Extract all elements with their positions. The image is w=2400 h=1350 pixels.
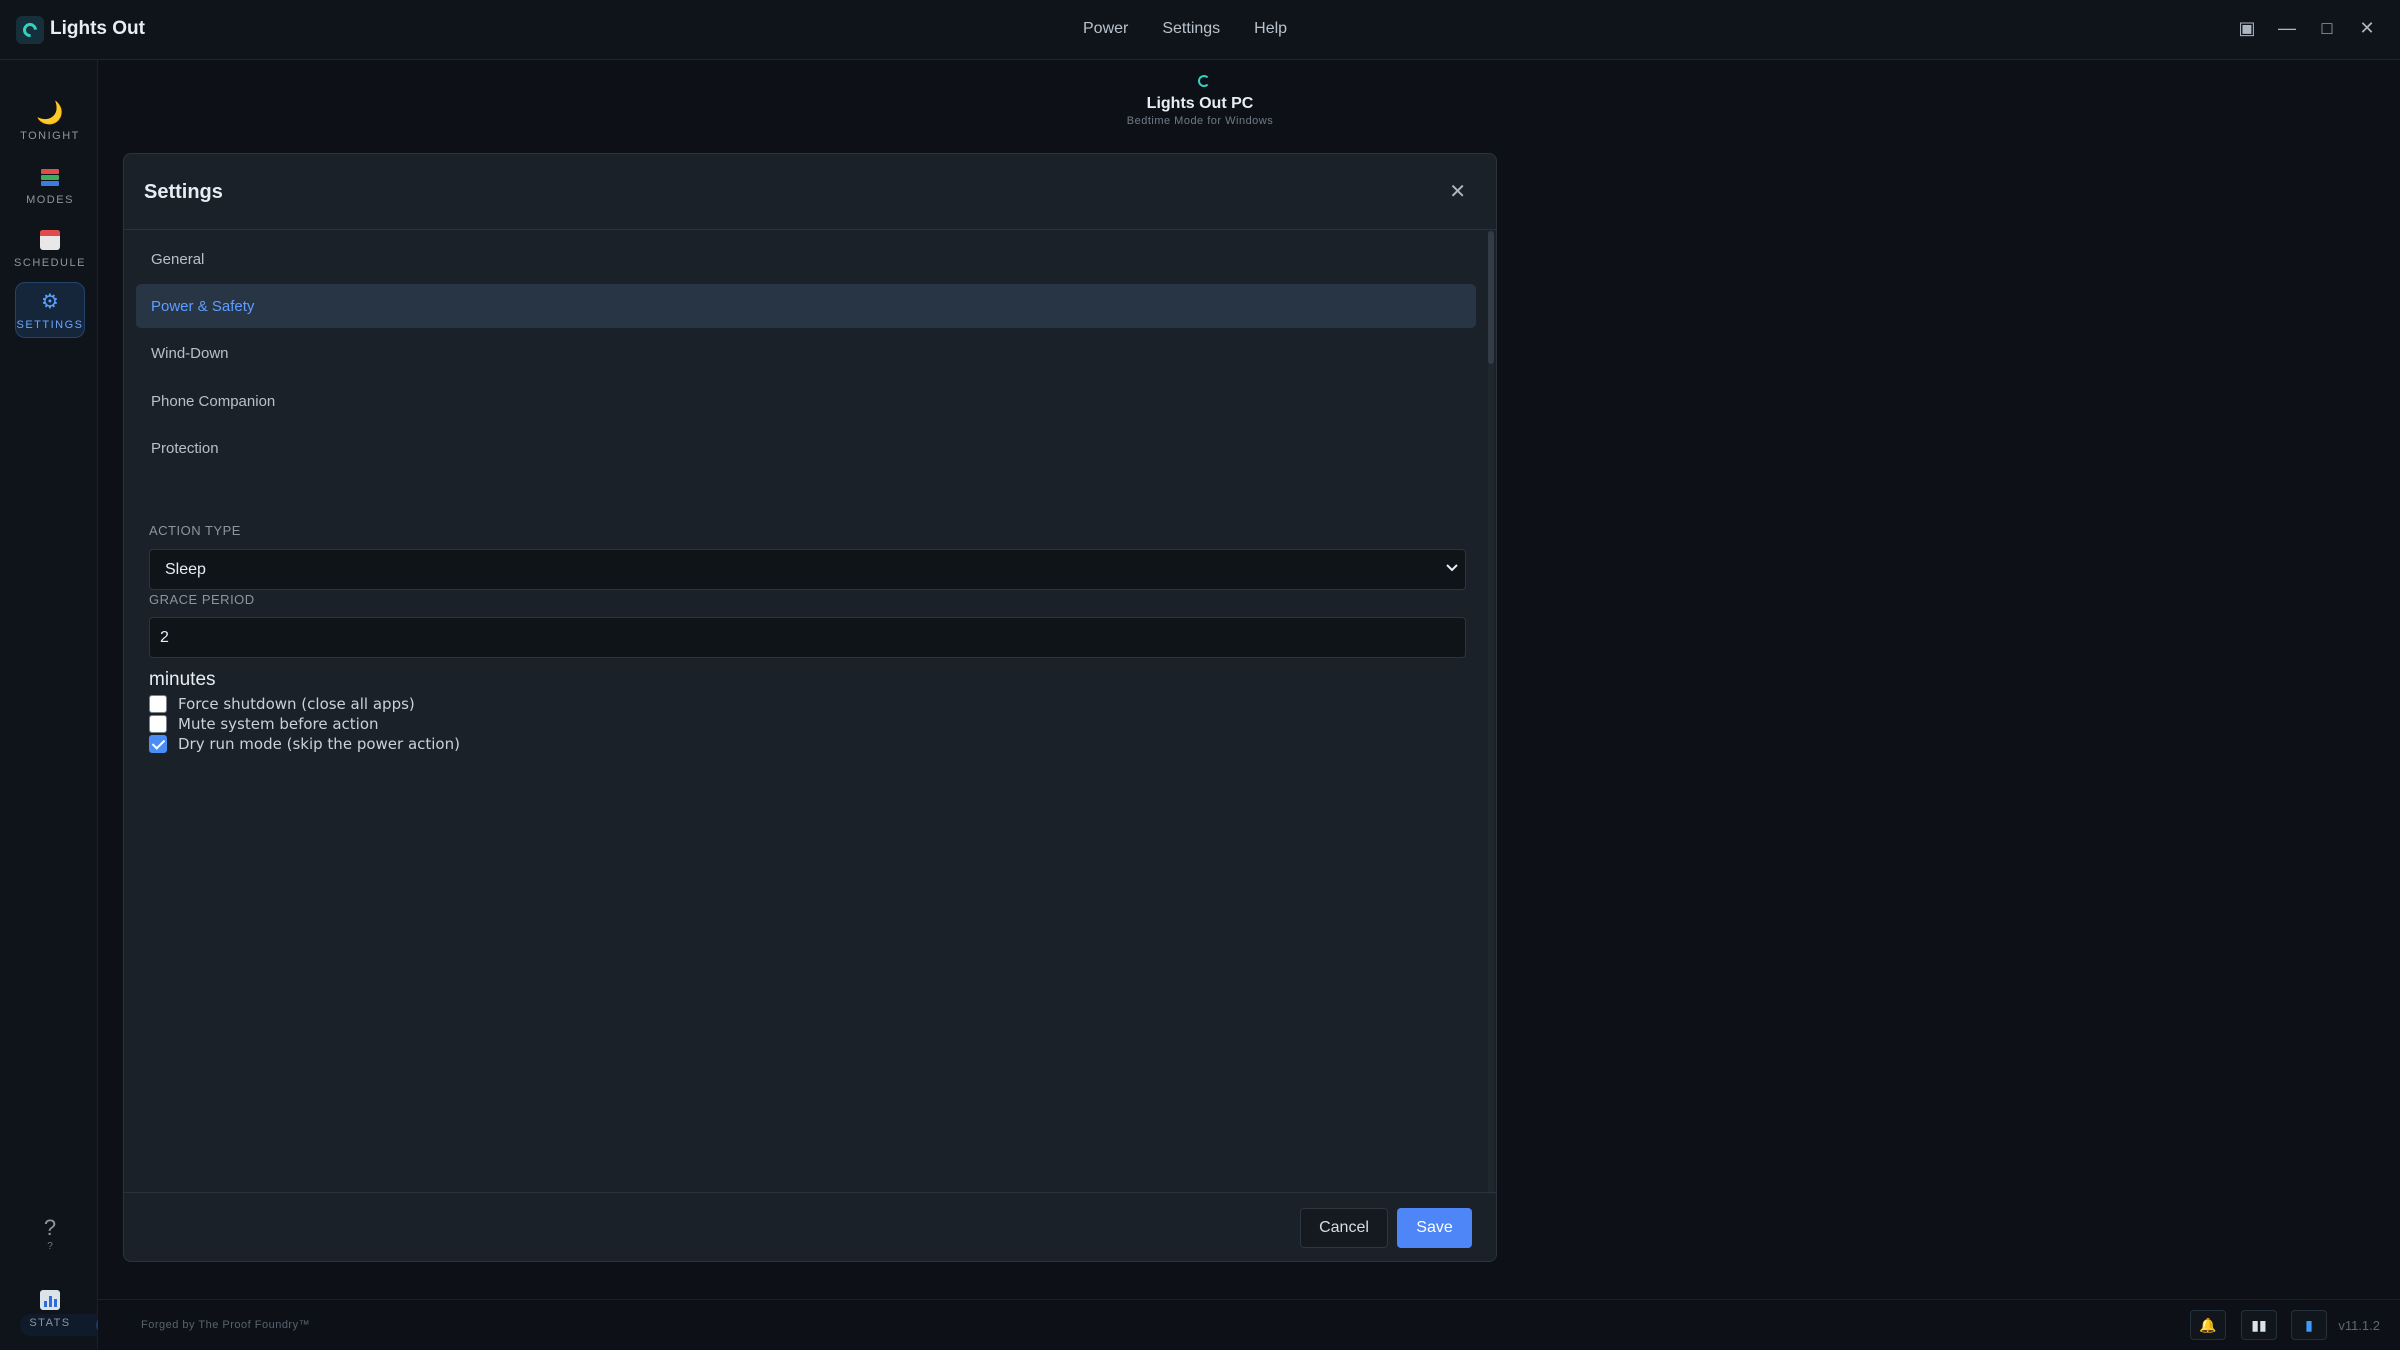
forged-credit: Forged by The Proof Foundry™ <box>141 1319 311 1331</box>
stats-icon <box>40 1288 60 1314</box>
menu-settings[interactable]: Settings <box>1162 20 1220 38</box>
chevron-down-icon <box>1446 564 1458 572</box>
grace-period-label: GRACE PERIOD <box>149 592 255 607</box>
moon-icon: 🌙 <box>36 99 64 125</box>
close-icon[interactable]: ✕ <box>1449 179 1466 204</box>
tab-general[interactable]: General <box>136 237 1476 281</box>
chart-icon: ▮▮ <box>2251 1316 2267 1333</box>
menu-power[interactable]: Power <box>1083 20 1128 38</box>
mute-system-checkbox[interactable] <box>149 715 167 733</box>
calendar-icon <box>40 228 60 254</box>
question-icon: ? <box>43 1215 57 1240</box>
grace-period-unit: minutes <box>149 669 216 690</box>
brand-subtitle: Bedtime Mode for Windows <box>1126 115 1274 127</box>
app-logo-icon <box>16 16 44 44</box>
action-type-value: Sleep <box>165 560 206 578</box>
tab-protection[interactable]: Protection <box>136 426 1476 470</box>
gear-icon: ⚙ <box>41 290 59 313</box>
close-icon[interactable]: ✕ <box>2358 18 2376 39</box>
action-type-label: ACTION TYPE <box>149 523 241 538</box>
dry-run-label: Dry run mode (skip the power action) <box>178 735 460 753</box>
scrollbar-thumb[interactable] <box>1488 231 1494 364</box>
sidebar-item-settings[interactable]: ⚙ SETTINGS <box>15 282 85 338</box>
help-button[interactable]: ? ? <box>15 1215 85 1265</box>
dry-run-row: Dry run mode (skip the power action) <box>149 735 460 753</box>
modal-header: Settings ✕ <box>124 154 1496 230</box>
title-bar: Lights Out Power Settings Help ▣ — □ ✕ <box>0 0 2400 60</box>
menu-bar: Power Settings Help <box>1083 20 1287 38</box>
menu-help[interactable]: Help <box>1254 20 1287 38</box>
app-version: v11.1.2 <box>2338 1318 2380 1333</box>
stack-icon <box>41 165 59 191</box>
sidebar-item-schedule[interactable]: SCHEDULE <box>14 220 86 276</box>
action-type-select[interactable]: Sleep <box>149 549 1466 590</box>
sidebar: 🌙 TONIGHT MODES SCHEDULE ⚙ SETTINGS <box>0 60 98 1350</box>
battery-icon: ▮ <box>2305 1316 2313 1333</box>
sidebar-item-label: SCHEDULE <box>14 256 86 269</box>
cancel-button[interactable]: Cancel <box>1300 1208 1388 1248</box>
tab-phone-companion[interactable]: Phone Companion <box>136 379 1476 423</box>
bell-button[interactable]: 🔔 <box>2190 1310 2226 1340</box>
app-title: Lights Out <box>50 18 145 39</box>
sidebar-item-label: STATS <box>29 1316 71 1329</box>
sidebar-item-label: TONIGHT <box>20 129 80 142</box>
mute-system-row: Mute system before action <box>149 715 379 733</box>
sidebar-item-stats[interactable]: STATS <box>15 1280 85 1336</box>
sidebar-item-label: SETTINGS <box>16 318 84 331</box>
sidebar-item-tonight[interactable]: 🌙 TONIGHT <box>15 93 85 149</box>
chart-button[interactable]: ▮▮ <box>2241 1310 2277 1340</box>
modal-title: Settings <box>144 181 223 203</box>
modal-footer: Cancel Save <box>124 1192 1496 1261</box>
compact-icon[interactable]: ▣ <box>2238 18 2256 39</box>
settings-modal: Settings ✕ General Power & Safety Wind-D… <box>123 153 1497 1262</box>
dry-run-checkbox[interactable] <box>149 735 167 753</box>
maximize-icon[interactable]: □ <box>2318 18 2336 39</box>
force-shutdown-row: Force shutdown (close all apps) <box>149 695 415 713</box>
mute-system-label: Mute system before action <box>178 715 379 733</box>
window-controls: ▣ — □ ✕ <box>2238 18 2376 39</box>
sidebar-item-modes[interactable]: MODES <box>15 157 85 213</box>
minimize-icon[interactable]: — <box>2278 18 2296 39</box>
force-shutdown-label: Force shutdown (close all apps) <box>178 695 415 713</box>
save-button[interactable]: Save <box>1397 1208 1472 1248</box>
grace-period-value: 2 <box>160 628 169 646</box>
battery-button[interactable]: ▮ <box>2291 1310 2327 1340</box>
force-shutdown-checkbox[interactable] <box>149 695 167 713</box>
brand-name: Lights Out PC <box>1146 95 1254 112</box>
tab-power-safety[interactable]: Power & Safety <box>136 284 1476 328</box>
tab-wind-down[interactable]: Wind-Down <box>136 331 1476 375</box>
status-bar: Forged by The Proof Foundry™ 🔔 ▮▮ ▮ v11.… <box>98 1299 2400 1350</box>
bell-icon: 🔔 <box>2199 1316 2217 1333</box>
help-label: ? <box>47 1241 53 1252</box>
scrollbar-track[interactable] <box>1488 231 1494 1194</box>
sidebar-item-label: MODES <box>26 193 74 206</box>
grace-period-input[interactable]: 2 <box>149 617 1466 658</box>
brand-logo-icon <box>1198 75 1210 87</box>
